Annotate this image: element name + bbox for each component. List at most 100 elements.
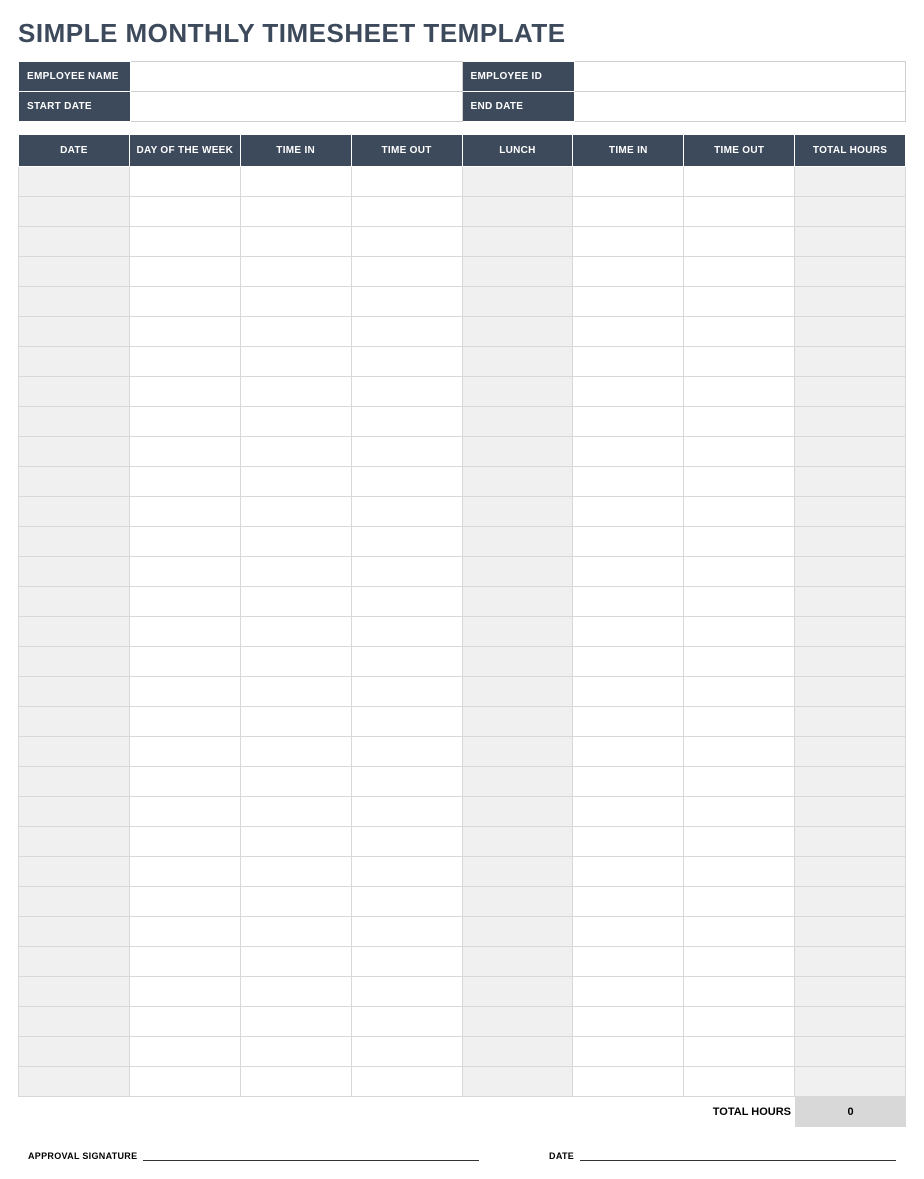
cell-time-out-1[interactable] <box>351 227 462 257</box>
cell-date[interactable] <box>19 797 130 827</box>
cell-lunch[interactable] <box>462 257 573 287</box>
cell-lunch[interactable] <box>462 947 573 977</box>
cell-day[interactable] <box>129 617 240 647</box>
cell-time-in-1[interactable] <box>240 407 351 437</box>
cell-date[interactable] <box>19 437 130 467</box>
cell-time-out-1[interactable] <box>351 887 462 917</box>
cell-day[interactable] <box>129 737 240 767</box>
cell-day[interactable] <box>129 977 240 1007</box>
cell-time-out-1[interactable] <box>351 707 462 737</box>
cell-total[interactable] <box>795 317 906 347</box>
cell-total[interactable] <box>795 617 906 647</box>
cell-time-out-2[interactable] <box>684 857 795 887</box>
cell-time-out-2[interactable] <box>684 767 795 797</box>
cell-time-out-1[interactable] <box>351 287 462 317</box>
cell-time-in-2[interactable] <box>573 377 684 407</box>
cell-date[interactable] <box>19 497 130 527</box>
employee-id-input[interactable] <box>574 62 906 92</box>
cell-lunch[interactable] <box>462 1067 573 1097</box>
cell-total[interactable] <box>795 347 906 377</box>
cell-total[interactable] <box>795 677 906 707</box>
cell-time-in-1[interactable] <box>240 827 351 857</box>
cell-day[interactable] <box>129 1007 240 1037</box>
cell-time-in-2[interactable] <box>573 587 684 617</box>
cell-time-in-2[interactable] <box>573 857 684 887</box>
cell-time-out-2[interactable] <box>684 467 795 497</box>
cell-time-in-2[interactable] <box>573 347 684 377</box>
cell-lunch[interactable] <box>462 527 573 557</box>
cell-day[interactable] <box>129 647 240 677</box>
cell-day[interactable] <box>129 1037 240 1067</box>
cell-day[interactable] <box>129 557 240 587</box>
cell-time-out-2[interactable] <box>684 947 795 977</box>
cell-time-out-2[interactable] <box>684 557 795 587</box>
cell-day[interactable] <box>129 377 240 407</box>
cell-time-in-2[interactable] <box>573 557 684 587</box>
cell-time-out-2[interactable] <box>684 647 795 677</box>
cell-date[interactable] <box>19 857 130 887</box>
cell-time-in-2[interactable] <box>573 1067 684 1097</box>
cell-time-out-2[interactable] <box>684 257 795 287</box>
cell-time-in-1[interactable] <box>240 767 351 797</box>
cell-time-out-1[interactable] <box>351 617 462 647</box>
cell-lunch[interactable] <box>462 647 573 677</box>
cell-time-out-2[interactable] <box>684 197 795 227</box>
cell-time-out-2[interactable] <box>684 407 795 437</box>
cell-time-in-1[interactable] <box>240 857 351 887</box>
cell-time-in-1[interactable] <box>240 1037 351 1067</box>
cell-day[interactable] <box>129 677 240 707</box>
cell-day[interactable] <box>129 197 240 227</box>
cell-date[interactable] <box>19 1037 130 1067</box>
cell-time-out-2[interactable] <box>684 527 795 557</box>
cell-time-in-2[interactable] <box>573 257 684 287</box>
cell-time-out-2[interactable] <box>684 317 795 347</box>
cell-date[interactable] <box>19 1007 130 1037</box>
cell-time-out-1[interactable] <box>351 197 462 227</box>
cell-time-in-2[interactable] <box>573 197 684 227</box>
cell-time-in-2[interactable] <box>573 167 684 197</box>
cell-time-out-1[interactable] <box>351 677 462 707</box>
cell-time-in-2[interactable] <box>573 827 684 857</box>
cell-lunch[interactable] <box>462 407 573 437</box>
cell-time-in-1[interactable] <box>240 977 351 1007</box>
cell-time-out-2[interactable] <box>684 827 795 857</box>
cell-time-out-2[interactable] <box>684 587 795 617</box>
cell-total[interactable] <box>795 287 906 317</box>
cell-total[interactable] <box>795 767 906 797</box>
cell-time-in-1[interactable] <box>240 737 351 767</box>
cell-time-out-1[interactable] <box>351 377 462 407</box>
cell-total[interactable] <box>795 197 906 227</box>
cell-day[interactable] <box>129 797 240 827</box>
cell-time-out-1[interactable] <box>351 857 462 887</box>
cell-date[interactable] <box>19 257 130 287</box>
end-date-input[interactable] <box>574 92 906 122</box>
cell-time-in-1[interactable] <box>240 197 351 227</box>
cell-time-in-2[interactable] <box>573 437 684 467</box>
cell-date[interactable] <box>19 377 130 407</box>
cell-date[interactable] <box>19 707 130 737</box>
cell-time-out-2[interactable] <box>684 347 795 377</box>
cell-day[interactable] <box>129 227 240 257</box>
cell-time-in-2[interactable] <box>573 977 684 1007</box>
cell-total[interactable] <box>795 167 906 197</box>
cell-day[interactable] <box>129 887 240 917</box>
cell-lunch[interactable] <box>462 977 573 1007</box>
cell-date[interactable] <box>19 587 130 617</box>
cell-time-out-1[interactable] <box>351 527 462 557</box>
cell-time-in-1[interactable] <box>240 557 351 587</box>
cell-time-in-2[interactable] <box>573 767 684 797</box>
approval-signature-line[interactable] <box>143 1147 479 1161</box>
cell-date[interactable] <box>19 527 130 557</box>
cell-day[interactable] <box>129 497 240 527</box>
cell-time-out-1[interactable] <box>351 797 462 827</box>
cell-time-out-1[interactable] <box>351 167 462 197</box>
cell-total[interactable] <box>795 227 906 257</box>
cell-total[interactable] <box>795 827 906 857</box>
cell-time-in-1[interactable] <box>240 947 351 977</box>
cell-total[interactable] <box>795 1037 906 1067</box>
cell-time-in-2[interactable] <box>573 707 684 737</box>
cell-lunch[interactable] <box>462 797 573 827</box>
cell-time-in-1[interactable] <box>240 887 351 917</box>
cell-lunch[interactable] <box>462 557 573 587</box>
cell-time-out-2[interactable] <box>684 977 795 1007</box>
